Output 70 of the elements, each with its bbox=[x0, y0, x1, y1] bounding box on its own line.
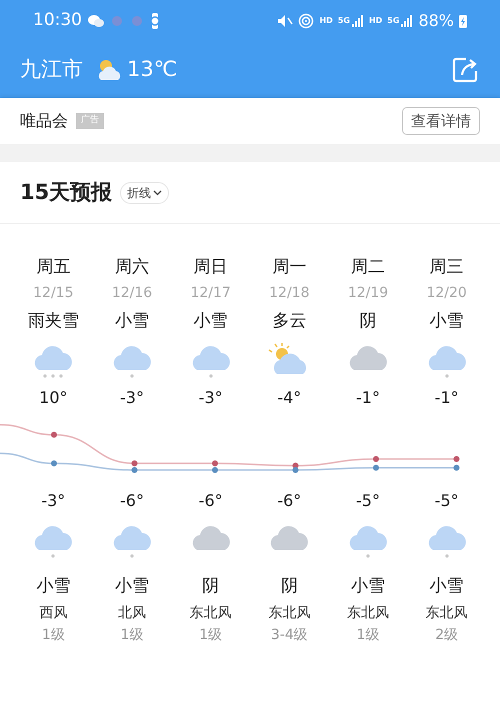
weekday: 周五 bbox=[36, 256, 70, 279]
wind-direction: 西风 bbox=[39, 604, 68, 623]
night-condition: 阴 bbox=[280, 575, 298, 598]
low-temperature: -6° bbox=[120, 490, 144, 512]
details-button[interactable]: 查看详情 bbox=[402, 106, 480, 136]
wind-level: 1级 bbox=[120, 626, 144, 645]
high-temperature: -1° bbox=[356, 387, 380, 409]
low-temperature: -5° bbox=[434, 490, 459, 512]
day-condition: 雨夹雪 bbox=[28, 310, 79, 333]
signal-icon bbox=[352, 15, 364, 27]
weekday: 周三 bbox=[430, 256, 464, 279]
hotspot-icon bbox=[298, 13, 314, 29]
day-condition: 小雪 bbox=[114, 310, 149, 333]
high-temperature: 10° bbox=[39, 387, 68, 409]
day-condition: 小雪 bbox=[194, 310, 228, 333]
high-temperature: -3° bbox=[198, 387, 223, 409]
wind-level: 1级 bbox=[199, 626, 222, 645]
day-condition: 多云 bbox=[272, 310, 306, 333]
low-temperature: -6° bbox=[277, 490, 302, 512]
network-label: HD bbox=[368, 15, 382, 27]
weekday: 周二 bbox=[350, 256, 385, 279]
low-temperature: -3° bbox=[41, 490, 66, 512]
weekday: 周日 bbox=[194, 256, 228, 279]
high-temperature: -3° bbox=[120, 387, 144, 409]
watch-icon bbox=[150, 13, 160, 29]
chevron-down-icon bbox=[153, 190, 162, 196]
chat-icon bbox=[88, 14, 104, 28]
night-condition: 小雪 bbox=[350, 575, 385, 598]
signal-icon bbox=[401, 15, 414, 27]
wind-direction: 东北风 bbox=[426, 604, 468, 623]
ad-brand: 唯品会 bbox=[20, 110, 68, 132]
weekday: 周一 bbox=[272, 256, 306, 279]
wind-level: 1级 bbox=[356, 626, 380, 645]
night-condition: 小雪 bbox=[36, 575, 70, 598]
date: 12/18 bbox=[269, 284, 310, 303]
wind-level: 1级 bbox=[42, 626, 65, 645]
mute-icon bbox=[277, 14, 294, 28]
date: 12/19 bbox=[348, 284, 388, 303]
wind-direction: 东北风 bbox=[346, 604, 389, 623]
chart-mode-dropdown[interactable]: 折线 bbox=[120, 182, 170, 204]
status-time: 10:30 bbox=[33, 9, 82, 32]
weekday: 周六 bbox=[114, 256, 149, 279]
battery-icon bbox=[459, 14, 467, 28]
wind-direction: 北风 bbox=[118, 604, 146, 623]
day-condition: 小雪 bbox=[430, 310, 464, 333]
date: 12/17 bbox=[190, 284, 231, 303]
night-condition: 阴 bbox=[202, 575, 220, 598]
forecast-title: 15天预报 bbox=[20, 178, 112, 206]
night-condition: 小雪 bbox=[430, 575, 464, 598]
wind-level: 3-4级 bbox=[270, 626, 308, 645]
battery-percent: 88% bbox=[418, 10, 454, 32]
high-temperature: -1° bbox=[434, 387, 459, 409]
date: 12/16 bbox=[112, 284, 152, 303]
low-temperature: -5° bbox=[356, 490, 380, 512]
night-condition: 小雪 bbox=[114, 575, 149, 598]
day-condition: 阴 bbox=[359, 310, 376, 333]
wind-direction: 东北风 bbox=[190, 604, 232, 623]
high-temperature: -4° bbox=[277, 387, 302, 409]
network-label: HD bbox=[319, 15, 333, 27]
network-label: 5G bbox=[387, 15, 400, 27]
wind-direction: 东北风 bbox=[268, 604, 310, 623]
wind-level: 2级 bbox=[435, 626, 458, 645]
share-button[interactable] bbox=[450, 55, 480, 85]
current-temperature: 13℃ bbox=[127, 56, 178, 84]
app-icon bbox=[110, 15, 124, 27]
date: 12/15 bbox=[33, 284, 74, 303]
low-temperature: -6° bbox=[198, 490, 223, 512]
date: 12/20 bbox=[426, 284, 467, 303]
app-icon bbox=[130, 15, 144, 27]
network-label: 5G bbox=[338, 15, 350, 27]
